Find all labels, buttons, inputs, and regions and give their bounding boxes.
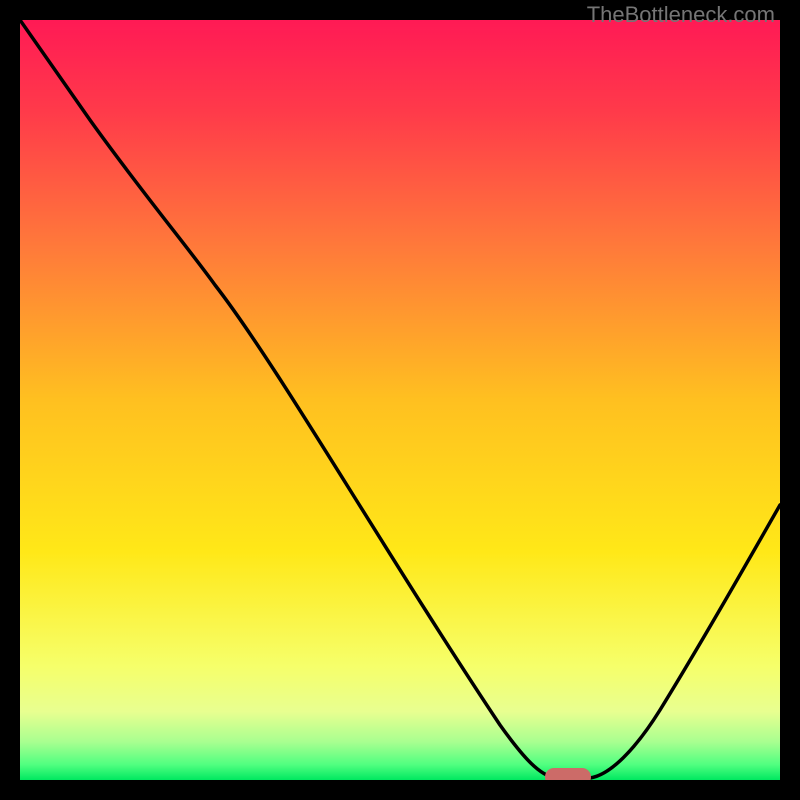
optimal-point-marker <box>545 768 591 780</box>
bottleneck-curve <box>20 20 780 778</box>
bottleneck-chart <box>20 20 780 780</box>
chart-curve-overlay <box>20 20 780 780</box>
watermark-text: TheBottleneck.com <box>587 2 775 28</box>
